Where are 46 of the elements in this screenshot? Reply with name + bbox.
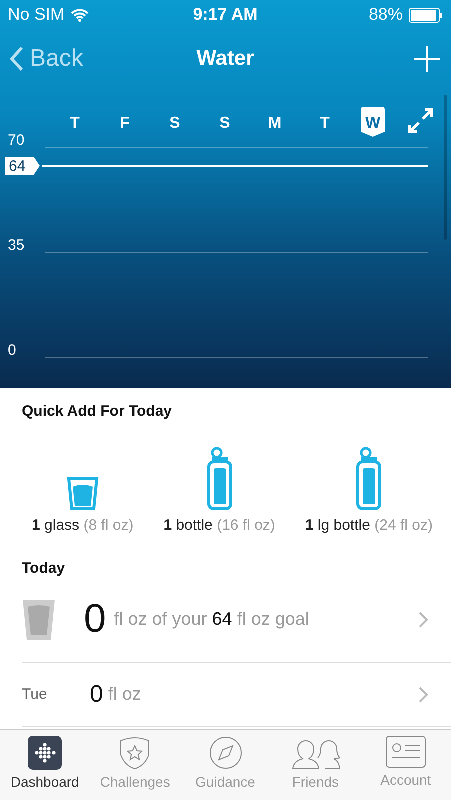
tab-bar-item[interactable]: Account (360, 730, 451, 800)
star-shield-icon (118, 736, 152, 770)
x-tick-label: W (365, 115, 382, 132)
day-tab[interactable]: T (320, 115, 330, 132)
glass-icon (22, 598, 56, 640)
battery-percentage: 88% (368, 5, 403, 25)
axis-label: 0 (8, 342, 16, 359)
quick-add-button[interactable]: 1 glass (8 fl oz) (32, 434, 134, 534)
ref-line-label: 64 (9, 158, 26, 175)
axis-label: 35 (8, 237, 25, 254)
tab-bar-item[interactable]: Dashboard (0, 730, 90, 800)
plus-icon (412, 45, 441, 73)
day-tab[interactable]: S (220, 115, 230, 132)
clock-time: 9:17 AM (193, 5, 258, 25)
battery-icon (409, 8, 443, 22)
day-tab[interactable]: T (70, 115, 80, 132)
expand-icon (408, 108, 434, 134)
wifi-icon (70, 8, 89, 22)
bottle-icon (356, 447, 382, 511)
water-total: 0 (84, 597, 106, 642)
day-tab[interactable]: S (170, 115, 180, 132)
quick-add-button[interactable]: 1 bottle (16 fl oz) (164, 434, 276, 534)
back-button[interactable]: Back (10, 45, 120, 73)
day-tab[interactable]: W (361, 107, 385, 137)
section-title: Today (22, 559, 66, 577)
goal-text: fl oz of your 64 fl oz goal (114, 609, 310, 630)
section-title: Quick Add For Today (22, 402, 174, 420)
dots-icon (28, 736, 62, 770)
day-tab[interactable]: F (120, 115, 130, 132)
history-row[interactable]: Tue 0 fl oz (22, 663, 451, 727)
tab-bar-item[interactable]: Friends (270, 730, 361, 800)
quick-add-button[interactable]: 1 lg bottle (24 fl oz) (305, 434, 433, 534)
chevron-icon (419, 612, 429, 628)
chevron-icon (10, 46, 24, 72)
compass-icon (208, 736, 242, 770)
carrier-label: No SIM (8, 5, 65, 25)
goal-badge: 64 (5, 157, 40, 175)
tab-bar-item[interactable]: Challenges (90, 730, 180, 800)
axis-label: 70 (8, 132, 25, 149)
screen-title: Water (196, 47, 254, 71)
glass-icon (66, 477, 99, 511)
tab-bar-item[interactable]: Guidance (180, 730, 271, 800)
chevron-icon (419, 686, 429, 702)
bottle-icon (206, 447, 233, 511)
day-tab[interactable]: M (268, 115, 282, 132)
id-card-icon (386, 736, 426, 768)
